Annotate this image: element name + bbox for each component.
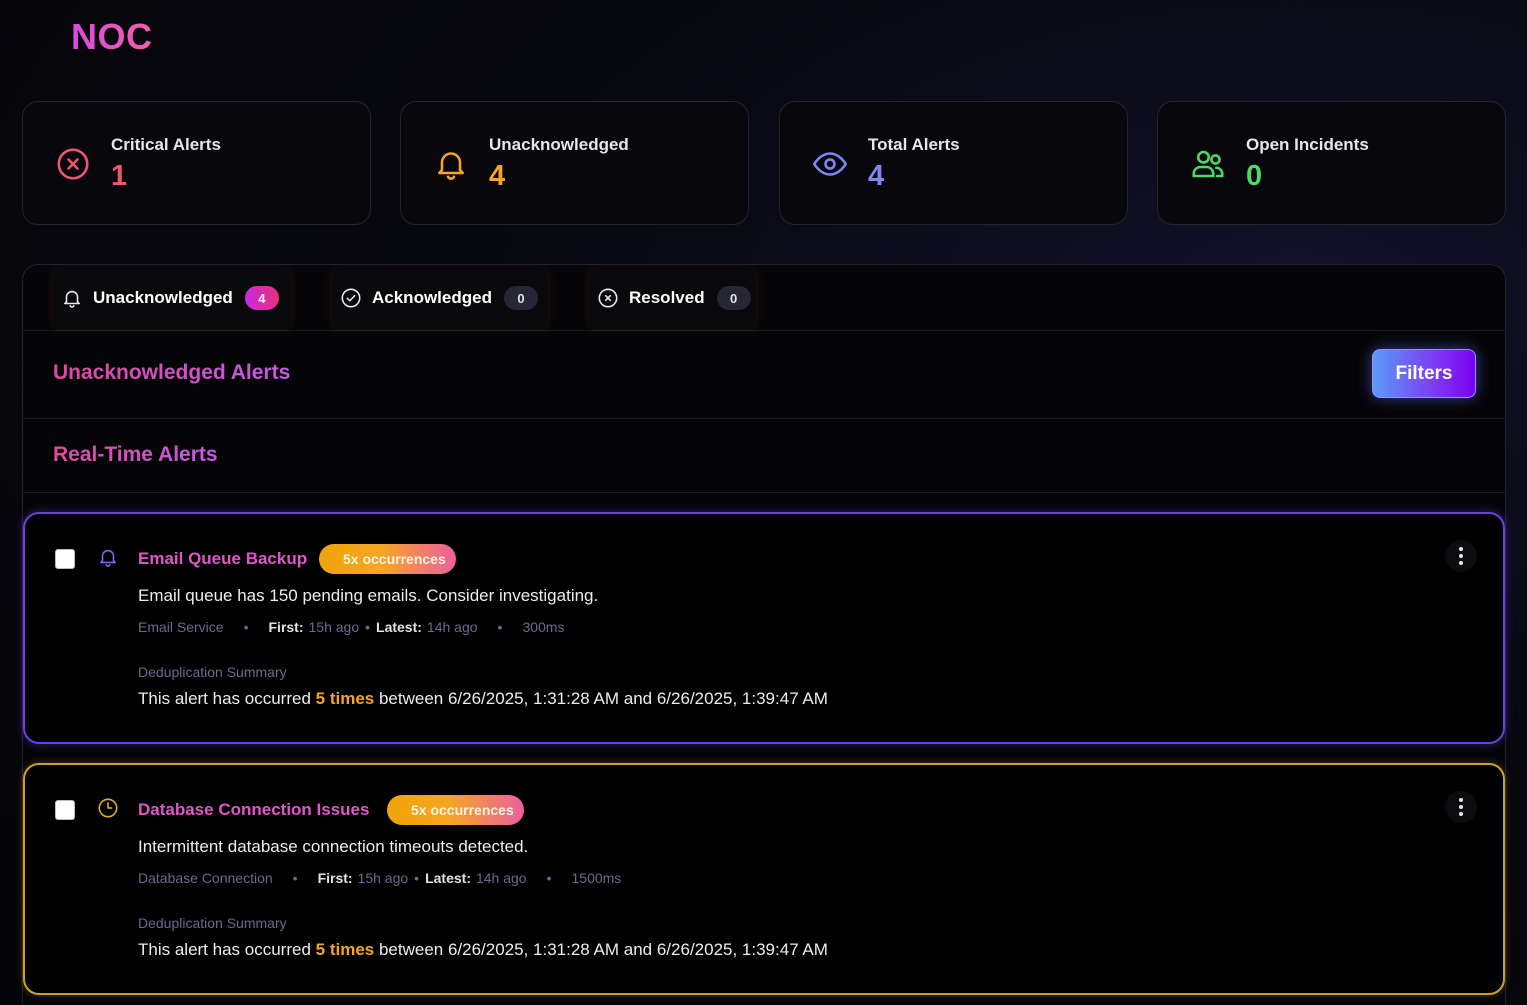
alert-card[interactable]: Database Connection Issues 5x occurrence…: [23, 763, 1505, 995]
separator-dot: •: [497, 619, 503, 635]
dedup-label: Deduplication Summary: [138, 664, 287, 680]
section-header: Unacknowledged Alerts Filters: [23, 331, 1505, 419]
stat-label: Unacknowledged: [489, 135, 629, 154]
latest-seen: 14h ago: [475, 870, 527, 886]
dedup-times: 5 times: [315, 940, 375, 959]
check-circle-icon: [341, 288, 361, 308]
tab-bar: Unacknowledged 4 Acknowledged 0 Resolved…: [23, 265, 1505, 331]
tab-label: Acknowledged: [372, 288, 492, 307]
kebab-dot: [1459, 812, 1463, 816]
section-title: Unacknowledged Alerts: [53, 361, 291, 384]
alert-checkbox[interactable]: [55, 549, 75, 569]
count-badge: 0: [716, 286, 751, 310]
alert-service: Email Service: [138, 619, 224, 635]
more-options-button[interactable]: [1445, 540, 1477, 572]
separator-dot: •: [292, 870, 298, 886]
alert-card[interactable]: Email Queue Backup 5x occurrences Email …: [23, 512, 1505, 744]
dedup-times: 5 times: [315, 689, 375, 708]
latest-label: Latest:: [376, 619, 422, 635]
kebab-dot: [1459, 798, 1463, 802]
alert-meta: Email Service • First: 15h ago • Latest:…: [138, 619, 564, 635]
occurrences-badge: 5x occurrences: [319, 544, 456, 574]
dedup-prefix: This alert has occurred: [138, 689, 311, 708]
alert-title[interactable]: Email Queue Backup: [138, 549, 307, 569]
realtime-header: Real-Time Alerts: [23, 419, 1505, 493]
kebab-dot: [1459, 805, 1463, 809]
count-badge: 4: [244, 286, 279, 310]
tab-label: Unacknowledged: [93, 288, 233, 307]
users-icon: [1192, 150, 1224, 178]
tab-label: Resolved: [629, 288, 705, 307]
stat-card-total: Total Alerts 4: [779, 101, 1128, 225]
latest-label: Latest:: [425, 870, 471, 886]
separator-dot: •: [414, 870, 420, 886]
dedup-summary: This alert has occurred 5 times between …: [138, 940, 828, 960]
alert-duration: 1500ms: [571, 870, 622, 886]
dedup-summary: This alert has occurred 5 times between …: [138, 689, 828, 709]
stat-card-incidents: Open Incidents 0: [1157, 101, 1506, 225]
kebab-dot: [1459, 561, 1463, 565]
separator-dot: •: [243, 619, 249, 635]
separator-dot: •: [546, 870, 552, 886]
dedup-suffix: between 6/26/2025, 1:31:28 AM and 6/26/2…: [378, 689, 828, 708]
bell-icon: [64, 290, 80, 308]
stat-value: 1: [111, 160, 128, 192]
first-seen: 15h ago: [308, 619, 360, 635]
alert-title[interactable]: Database Connection Issues: [138, 800, 369, 820]
dedup-prefix: This alert has occurred: [138, 940, 311, 959]
realtime-title: Real-Time Alerts: [53, 443, 218, 466]
dedup-label: Deduplication Summary: [138, 915, 287, 931]
more-options-button[interactable]: [1445, 791, 1477, 823]
stat-card-critical: Critical Alerts 1: [22, 101, 371, 225]
occurrences-badge: 5x occurrences: [387, 795, 524, 825]
bell-icon: [438, 152, 464, 180]
stat-value: 4: [868, 160, 885, 192]
alert-service: Database Connection: [138, 870, 273, 886]
eye-icon: [812, 152, 848, 176]
stat-value: 4: [489, 160, 506, 192]
alert-checkbox[interactable]: [55, 800, 75, 820]
alert-meta: Database Connection • First: 15h ago • L…: [138, 870, 621, 886]
alert-duration: 300ms: [522, 619, 565, 635]
tab-resolved[interactable]: Resolved 0: [589, 267, 756, 329]
x-circle-icon: [57, 148, 89, 180]
first-label: First:: [268, 619, 304, 635]
latest-seen: 14h ago: [426, 619, 478, 635]
filters-button[interactable]: Filters: [1372, 349, 1476, 398]
kebab-dot: [1459, 547, 1463, 551]
stat-label: Critical Alerts: [111, 135, 221, 154]
dedup-suffix: between 6/26/2025, 1:31:28 AM and 6/26/2…: [378, 940, 828, 959]
alert-description: Intermittent database connection timeout…: [138, 837, 529, 856]
app-logo: NOC: [71, 16, 153, 57]
first-seen: 15h ago: [357, 870, 409, 886]
x-circle-icon: [598, 288, 618, 308]
tab-unacknowledged[interactable]: Unacknowledged 4: [53, 267, 291, 329]
stat-card-unacknowledged: Unacknowledged 4: [400, 101, 749, 225]
alert-description: Email queue has 150 pending emails. Cons…: [138, 586, 599, 605]
stat-label: Open Incidents: [1246, 135, 1369, 154]
count-badge: 0: [503, 286, 538, 310]
kebab-dot: [1459, 554, 1463, 558]
tab-acknowledged[interactable]: Acknowledged 0: [332, 267, 548, 329]
stat-value: 0: [1246, 160, 1263, 192]
stat-label: Total Alerts: [868, 135, 960, 154]
first-label: First:: [317, 870, 353, 886]
clock-icon: [98, 798, 118, 818]
stats-row: Critical Alerts 1 Unacknowledged 4 Total…: [22, 101, 1506, 225]
separator-dot: •: [365, 619, 371, 635]
bell-icon: [100, 549, 116, 567]
